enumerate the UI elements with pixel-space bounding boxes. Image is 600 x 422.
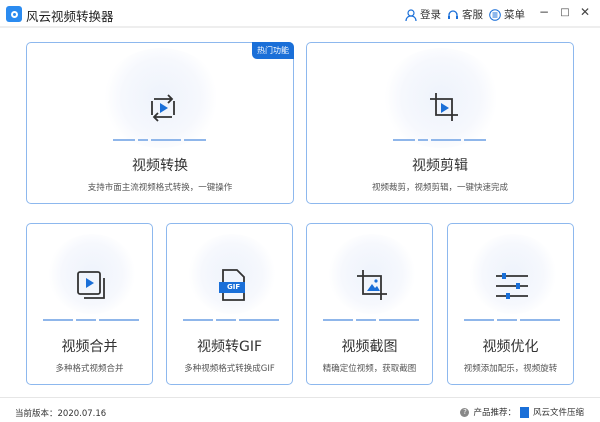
crop-icon <box>430 93 458 121</box>
recommend-label: 产品推荐： <box>473 408 516 418</box>
card-description: 多种视频格式转换成GIF <box>184 364 275 374</box>
card-description: 支持市面主流视频格式转换，一键操作 <box>87 183 233 193</box>
menu-button[interactable]: 菜单 <box>489 7 525 22</box>
convert-play-icon <box>151 94 175 122</box>
recommended-product-link[interactable]: 风云文件压缩 <box>533 406 584 418</box>
close-button[interactable]: ✕ <box>578 5 592 19</box>
footer: 当前版本：2020.07.16 ? 产品推荐： 风云文件压缩 <box>0 397 600 422</box>
card-description: 精确定位视频，获取截图 <box>322 364 417 374</box>
sliders-icon <box>496 273 528 299</box>
card-video-merge[interactable]: 视频合并 多种格式视频合并 <box>26 223 153 385</box>
login-label: 登录 <box>420 9 441 21</box>
screenshot-icon <box>357 270 387 300</box>
card-video-optimize[interactable]: 视频优化 视频添加配乐，视频旋转 <box>447 223 574 385</box>
app-logo-icon <box>6 6 22 22</box>
service-label: 客服 <box>462 9 483 21</box>
hot-feature-badge: 热门功能 <box>252 42 294 59</box>
card-video-convert[interactable]: 热门功能 视频转换 支持市面主流视频格式转换，一键操作 <box>26 42 294 204</box>
version-text: 当前版本：2020.07.16 <box>15 409 107 419</box>
card-description: 多种格式视频合并 <box>55 364 124 374</box>
login-button[interactable]: 登录 <box>405 7 441 22</box>
card-video-to-gif[interactable]: GIF 视频转GIF 多种视频格式转换成GIF <box>166 223 293 385</box>
card-title: 视频剪辑 <box>412 158 468 174</box>
card-description: 视频裁剪，视频剪辑，一键快速完成 <box>371 183 508 193</box>
card-title: 视频优化 <box>482 339 539 355</box>
maximize-button[interactable]: □ <box>558 7 572 18</box>
user-icon <box>405 8 417 21</box>
title-bar: 风云视频转换器 登录 客服 菜单 − □ ✕ <box>0 0 600 28</box>
menu-icon <box>489 8 501 21</box>
card-video-edit[interactable]: 视频剪辑 视频裁剪，视频剪辑，一键快速完成 <box>306 42 574 204</box>
menu-label: 菜单 <box>504 9 525 21</box>
app-title: 风云视频转换器 <box>26 9 114 24</box>
card-title: 视频转GIF <box>196 339 263 355</box>
card-title: 视频转换 <box>132 158 188 174</box>
card-video-screenshot[interactable]: 视频截图 精确定位视频，获取截图 <box>306 223 433 385</box>
card-description: 视频添加配乐，视频旋转 <box>463 364 558 374</box>
help-icon[interactable]: ? <box>460 407 470 417</box>
gif-label: GIF <box>227 283 241 291</box>
zip-app-icon <box>519 406 529 418</box>
minimize-button[interactable]: − <box>537 5 551 19</box>
merge-icon <box>77 271 105 299</box>
card-title: 视频合并 <box>61 339 118 355</box>
headset-icon <box>448 9 458 19</box>
card-title: 视频截图 <box>341 339 398 355</box>
product-recommend: ? 产品推荐： 风云文件压缩 <box>460 406 584 418</box>
service-button[interactable]: 客服 <box>447 7 483 22</box>
